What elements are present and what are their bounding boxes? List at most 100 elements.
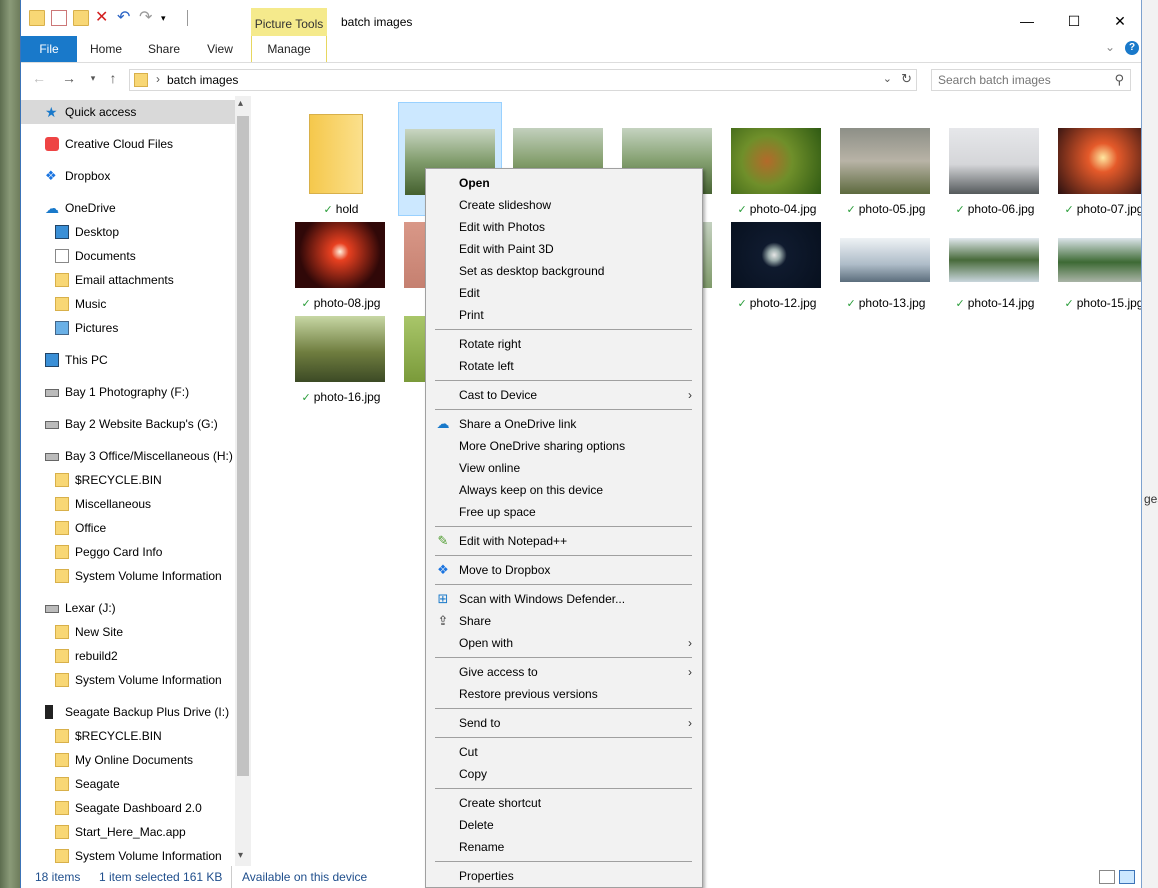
new-folder-icon[interactable] (73, 10, 89, 26)
customize-toolbar-icon[interactable]: ▾ (161, 10, 177, 26)
menu-item[interactable]: ✎ Edit with Notepad++ (426, 530, 702, 552)
tab-home[interactable]: Home (81, 36, 131, 62)
redo-icon[interactable]: ↷ (139, 10, 155, 26)
nav-item[interactable]: Bay 2 Website Backup's (G:) (21, 412, 235, 436)
refresh-icon[interactable]: ↻ (901, 71, 912, 87)
nav-item[interactable]: rebuild2 (21, 644, 235, 668)
menu-item[interactable]: Edit with Paint 3D (426, 238, 702, 260)
menu-item[interactable]: Cast to Device › (426, 384, 702, 406)
nav-item[interactable]: Seagate (21, 772, 235, 796)
nav-item[interactable]: Pictures (21, 316, 235, 340)
back-icon[interactable]: ← (31, 70, 47, 86)
up-icon[interactable]: ↑ (105, 70, 121, 86)
menu-item[interactable]: Create slideshow (426, 194, 702, 216)
nav-item[interactable]: ☁ OneDrive (21, 196, 235, 220)
nav-item[interactable]: Desktop (21, 220, 235, 244)
tab-share[interactable]: Share (139, 36, 189, 62)
menu-item[interactable]: Edit (426, 282, 702, 304)
nav-item[interactable]: $RECYCLE.BIN (21, 468, 235, 492)
nav-item[interactable]: This PC (21, 348, 235, 372)
menu-item[interactable]: Give access to › (426, 661, 702, 683)
nav-item[interactable]: Email attachments (21, 268, 235, 292)
menu-item[interactable]: Properties (426, 865, 702, 887)
close-button[interactable]: ✕ (1110, 12, 1130, 32)
nav-item[interactable]: Bay 1 Photography (F:) (21, 380, 235, 404)
file-item[interactable]: ✓ photo-14.jpg (943, 196, 1047, 310)
menu-item[interactable]: Rotate left (426, 355, 702, 377)
onedrive-icon: ☁ (436, 416, 450, 431)
file-item[interactable]: ✓ photo-12.jpg (725, 196, 829, 310)
tab-file[interactable]: File (21, 36, 77, 62)
scroll-up-icon[interactable]: ▴ (238, 98, 243, 109)
nav-item[interactable]: System Volume Information (21, 564, 235, 588)
nav-item[interactable]: Music (21, 292, 235, 316)
chevron-down-icon[interactable]: ⌄ (883, 72, 892, 85)
file-item[interactable]: ✓ photo-15.jpg (1052, 196, 1141, 310)
search-box[interactable]: ⚲ (931, 69, 1131, 91)
menu-item[interactable]: Open with › (426, 632, 702, 654)
scroll-down-icon[interactable]: ▾ (238, 850, 243, 861)
context-menu: Open Create slideshow Edit with Photos Edit… (425, 168, 703, 888)
nav-item[interactable]: Peggo Card Info (21, 540, 235, 564)
nav-item[interactable]: Documents (21, 244, 235, 268)
menu-item[interactable]: Copy (426, 763, 702, 785)
menu-item[interactable]: ☁ Share a OneDrive link (426, 413, 702, 435)
navigation-scrollbar[interactable]: ▴ ▾ (235, 96, 251, 866)
minimize-button[interactable]: — (1017, 12, 1037, 32)
nav-item[interactable]: Creative Cloud Files (21, 132, 235, 156)
menu-item[interactable]: View online (426, 457, 702, 479)
nav-item[interactable]: $RECYCLE.BIN (21, 724, 235, 748)
search-input[interactable] (932, 70, 1102, 90)
nav-item[interactable]: My Online Documents (21, 748, 235, 772)
help-icon[interactable]: ? (1125, 41, 1139, 55)
nav-item[interactable]: System Volume Information (21, 844, 235, 866)
menu-item[interactable]: Rotate right (426, 333, 702, 355)
nav-item[interactable]: ❖ Dropbox (21, 164, 235, 188)
nav-item[interactable]: Miscellaneous (21, 492, 235, 516)
nav-item[interactable]: Seagate Dashboard 2.0 (21, 796, 235, 820)
menu-item[interactable]: Restore previous versions (426, 683, 702, 705)
recent-locations-icon[interactable]: ▾ (85, 70, 101, 86)
tab-manage[interactable]: Manage (251, 36, 327, 62)
menu-item[interactable]: ⊞ Scan with Windows Defender... (426, 588, 702, 610)
address-path[interactable]: batch images (167, 73, 238, 87)
menu-item[interactable]: Rename (426, 836, 702, 858)
folder-icon[interactable] (29, 10, 45, 26)
forward-icon[interactable]: → (61, 70, 77, 86)
scrollbar-thumb[interactable] (237, 116, 249, 776)
address-bar[interactable]: › batch images ⌄ ↻ (129, 69, 917, 91)
menu-item[interactable]: Set as desktop background (426, 260, 702, 282)
search-icon[interactable]: ⚲ (1114, 72, 1124, 88)
details-view-icon[interactable] (1099, 870, 1115, 884)
tab-view[interactable]: View (195, 36, 245, 62)
menu-item[interactable]: Send to › (426, 712, 702, 734)
chevron-right-icon[interactable]: › (156, 72, 160, 86)
menu-item[interactable]: Create shortcut (426, 792, 702, 814)
large-icons-view-icon[interactable] (1119, 870, 1135, 884)
menu-item[interactable]: Delete (426, 814, 702, 836)
nav-item[interactable]: Start_Here_Mac.app (21, 820, 235, 844)
nav-item[interactable]: System Volume Information (21, 668, 235, 692)
menu-item[interactable]: Free up space (426, 501, 702, 523)
nav-item[interactable]: New Site (21, 620, 235, 644)
menu-item[interactable]: Cut (426, 741, 702, 763)
nav-item[interactable]: Lexar (J:) (21, 596, 235, 620)
nav-item[interactable]: Seagate Backup Plus Drive (I:) (21, 700, 235, 724)
nav-item[interactable]: Office (21, 516, 235, 540)
file-item[interactable]: ✓ photo-16.jpg (289, 290, 393, 404)
menu-item[interactable]: Print (426, 304, 702, 326)
menu-item[interactable]: ❖ Move to Dropbox (426, 559, 702, 581)
menu-item[interactable]: Always keep on this device (426, 479, 702, 501)
menu-item[interactable]: Open (426, 172, 702, 194)
menu-item[interactable]: More OneDrive sharing options (426, 435, 702, 457)
delete-icon[interactable]: ✕ (95, 10, 111, 26)
undo-icon[interactable]: ↶ (117, 10, 133, 26)
maximize-button[interactable]: ☐ (1064, 12, 1084, 32)
expand-ribbon-icon[interactable]: ⌄ (1105, 40, 1115, 54)
menu-item[interactable]: Edit with Photos (426, 216, 702, 238)
menu-item[interactable]: ⇪ Share (426, 610, 702, 632)
properties-icon[interactable] (51, 10, 67, 26)
nav-item[interactable]: ★ Quick access (21, 100, 235, 124)
nav-item[interactable]: Bay 3 Office/Miscellaneous (H:) (21, 444, 235, 468)
file-item[interactable]: ✓ photo-13.jpg (834, 196, 938, 310)
